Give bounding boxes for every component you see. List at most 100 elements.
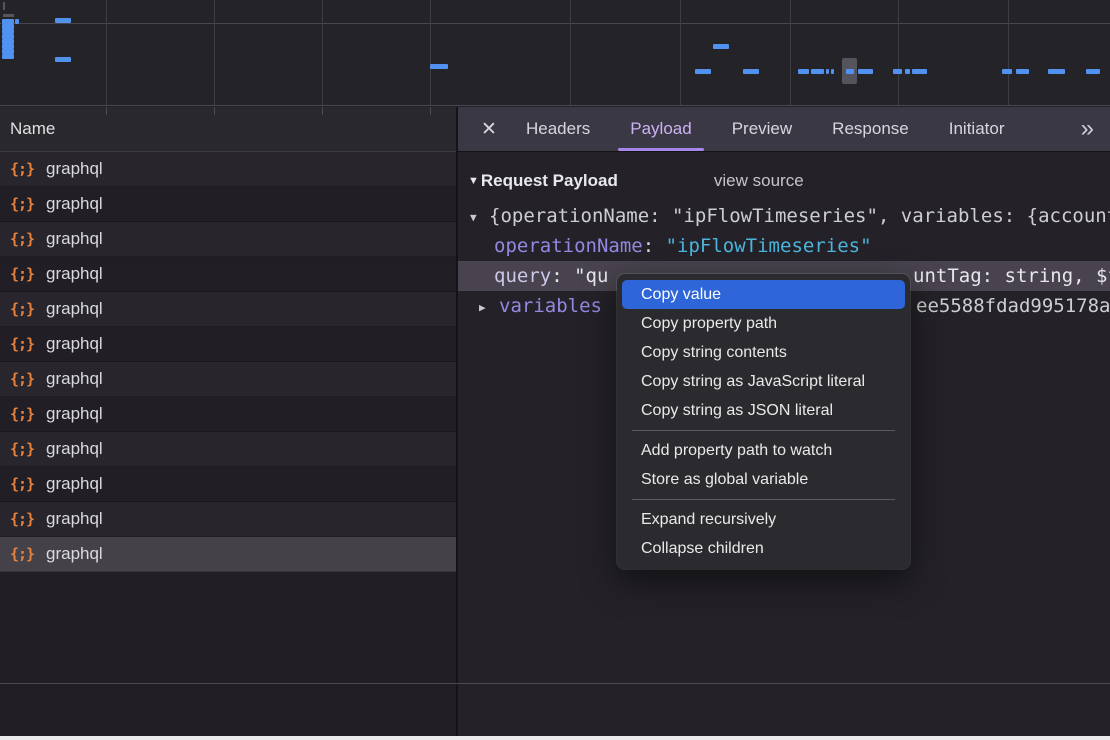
- overview-lane-divider: [0, 23, 1110, 24]
- context-menu-item[interactable]: Copy property path: [622, 309, 905, 338]
- waterfall-bar[interactable]: [798, 69, 809, 74]
- request-name-label: graphql: [46, 474, 103, 494]
- waterfall-bar[interactable]: [713, 44, 729, 49]
- network-overview-timeline[interactable]: [0, 0, 1110, 106]
- summary-bar-divider: [0, 683, 1110, 684]
- name-column-header[interactable]: Name: [0, 107, 456, 152]
- network-content: Name {;} graphql {;} graphql {;} graphql {;} gr…: [0, 107, 1110, 740]
- column-separator: [106, 107, 107, 115]
- json-fetch-icon: {;}: [10, 160, 36, 178]
- network-request-row[interactable]: {;}graphql: [0, 537, 456, 572]
- context-menu: Copy valueCopy property pathCopy string …: [617, 274, 910, 569]
- context-menu-item[interactable]: Copy string contents: [622, 338, 905, 367]
- waterfall-bar[interactable]: [893, 69, 902, 74]
- waterfall-bar[interactable]: [1086, 69, 1100, 74]
- tab-preview[interactable]: Preview: [712, 107, 812, 151]
- waterfall-bar[interactable]: [1016, 69, 1029, 74]
- json-fetch-icon: {;}: [10, 230, 36, 248]
- timeline-gridline: [570, 0, 571, 106]
- waterfall-bar[interactable]: [743, 69, 759, 74]
- network-request-row[interactable]: {;} graphql: [0, 187, 456, 222]
- network-request-row[interactable]: {;}graphql: [0, 292, 456, 327]
- menu-separator: [632, 499, 895, 500]
- timeline-gridline: [790, 0, 791, 106]
- tree-row-operation-name[interactable]: operationName: "ipFlowTimeseries": [458, 231, 1110, 261]
- waterfall-bar[interactable]: [1048, 69, 1065, 74]
- expand-triangle-icon[interactable]: ▶: [479, 301, 486, 314]
- name-column-label: Name: [10, 119, 55, 139]
- network-request-row[interactable]: {;} graphql: [0, 502, 456, 537]
- network-request-row[interactable]: {;}graphql: [0, 257, 456, 292]
- network-request-row[interactable]: {;} graphql: [0, 467, 456, 502]
- waterfall-bar[interactable]: [430, 64, 448, 69]
- waterfall-bar[interactable]: [858, 69, 873, 74]
- waterfall-bar[interactable]: [695, 69, 711, 74]
- more-tabs-icon[interactable]: »: [1081, 107, 1094, 151]
- request-name-label: graphql: [46, 194, 103, 214]
- tree-row-root[interactable]: ▼ {operationName: "ipFlowTimeseries", va…: [458, 201, 1110, 231]
- network-request-row[interactable]: {;} graphql: [0, 222, 456, 257]
- request-name-label: graphql: [46, 264, 103, 284]
- request-name-label: graphql: [46, 404, 103, 424]
- request-name-label: graphql: [46, 509, 103, 529]
- waterfall-bar[interactable]: [826, 69, 829, 74]
- context-menu-item[interactable]: Add property path to watch: [622, 436, 905, 465]
- context-menu-item[interactable]: Expand recursively: [622, 505, 905, 534]
- tab-response[interactable]: Response: [812, 107, 929, 151]
- waterfall-bar[interactable]: [811, 69, 824, 74]
- tab-headers[interactable]: Headers: [506, 107, 610, 151]
- waterfall-bar[interactable]: [55, 57, 71, 62]
- waterfall-bar[interactable]: [55, 18, 71, 23]
- request-list-panel: Name {;} graphql {;} graphql {;} graphql {;} gr…: [0, 107, 456, 740]
- json-fetch-icon: {;}: [10, 510, 36, 528]
- waterfall-bar[interactable]: [846, 69, 854, 74]
- request-payload-section-header[interactable]: ▼ Request Payload view source: [468, 166, 1110, 196]
- waterfall-bar[interactable]: [15, 19, 19, 24]
- network-request-row[interactable]: {;} graphql: [0, 397, 456, 432]
- context-menu-item[interactable]: Copy value: [622, 280, 905, 309]
- context-menu-item[interactable]: Collapse children: [622, 534, 905, 563]
- devtools-network-panel: Name {;} graphql {;} graphql {;} graphql {;} gr…: [0, 0, 1110, 740]
- json-fetch-icon: {;}: [10, 370, 36, 388]
- context-menu-item[interactable]: Copy string as JSON literal: [622, 396, 905, 425]
- request-name-label: graphql: [46, 334, 103, 354]
- json-fetch-icon: {;}: [10, 475, 36, 493]
- request-name-label: graphql: [46, 369, 103, 389]
- waterfall-bar[interactable]: [831, 69, 834, 74]
- context-menu-item[interactable]: Copy string as JavaScript literal: [622, 367, 905, 396]
- request-name-label: graphql: [46, 439, 103, 459]
- close-icon[interactable]: ✕: [472, 107, 506, 151]
- network-request-row[interactable]: {;}graphql: [0, 327, 456, 362]
- network-request-row[interactable]: {;} graphql: [0, 152, 456, 187]
- network-request-row[interactable]: {;}graphql: [0, 432, 456, 467]
- menu-separator: [632, 430, 895, 431]
- tab-initiator[interactable]: Initiator: [929, 107, 1025, 151]
- property-key: variables: [499, 295, 602, 317]
- timeline-gridline: [430, 0, 431, 106]
- timeline-gridline: [680, 0, 681, 106]
- page-bottom-edge: [0, 736, 1110, 740]
- waterfall-bar[interactable]: [905, 69, 910, 74]
- expand-triangle-icon[interactable]: ▼: [470, 211, 477, 224]
- view-source-link[interactable]: view source: [714, 171, 804, 191]
- waterfall-bar[interactable]: [2, 54, 14, 59]
- timeline-mark: [3, 2, 5, 10]
- context-menu-item[interactable]: Store as global variable: [622, 465, 905, 494]
- root-object-preview: {operationName: "ipFlowTimeseries", vari…: [489, 201, 1110, 231]
- tab-payload[interactable]: Payload: [610, 107, 711, 151]
- timeline-gridline: [898, 0, 899, 106]
- collapse-triangle-icon[interactable]: ▼: [468, 175, 479, 187]
- json-fetch-icon: {;}: [10, 405, 36, 423]
- property-key: operationName: [494, 235, 643, 257]
- request-name-label: graphql: [46, 159, 103, 179]
- property-value-continued: ee5588fdad995178a0: [916, 291, 1110, 321]
- request-name-label: graphql: [46, 229, 103, 249]
- waterfall-bar[interactable]: [1002, 69, 1012, 74]
- timeline-gridline: [1008, 0, 1009, 106]
- section-title: Request Payload: [481, 171, 618, 191]
- json-fetch-icon: {;}: [10, 195, 36, 213]
- property-value-start: "qu: [574, 265, 608, 287]
- network-request-row[interactable]: {;} graphql: [0, 362, 456, 397]
- detail-tabbar: ✕ HeadersPayloadPreviewResponseInitiator…: [458, 107, 1110, 152]
- waterfall-bar[interactable]: [912, 69, 927, 74]
